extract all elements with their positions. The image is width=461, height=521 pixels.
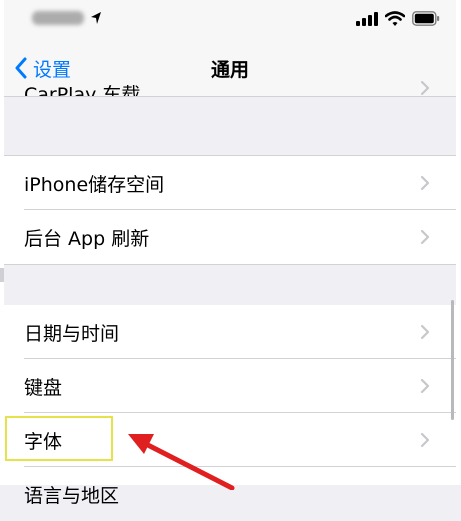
row-label: 后台 App 刷新 [24,227,150,250]
chevron-right-icon [420,432,430,448]
status-bar [4,0,456,40]
chevron-right-icon [420,80,430,96]
section-separator [4,264,456,306]
section-separator [4,96,456,156]
page-title: 通用 [210,59,249,81]
signal-bars-icon [356,12,378,26]
row-background-app-refresh[interactable]: 后台 App 刷新 [4,210,456,264]
navigation-bar: 设置 通用 CarPlay 车载 [4,40,456,97]
row-label: iPhone储存空间 [24,173,165,196]
row-language-region[interactable]: 语言与地区 [4,467,456,521]
row-fonts[interactable]: 字体 [4,413,456,467]
battery-icon [412,11,440,26]
settings-group-date-keyboard: 日期与时间 键盘 字体 语言与地区 [4,305,456,507]
settings-group-storage: iPhone储存空间 后台 App 刷新 [4,156,456,264]
screenshot-left-frame-gap [0,268,4,282]
chevron-right-icon [420,378,430,394]
location-arrow-icon [91,12,101,24]
row-date-time[interactable]: 日期与时间 [4,305,456,359]
scroll-indicator[interactable] [451,300,454,420]
row-label: 键盘 [24,376,63,399]
wifi-icon [385,11,405,26]
row-label: 日期与时间 [24,322,120,345]
screenshot-left-frame [0,0,4,485]
chevron-right-icon [420,324,430,340]
partial-row-carplay[interactable]: CarPlay 车载 [24,80,140,96]
chevron-right-icon [420,229,430,245]
chevron-right-icon [420,175,430,191]
row-label: 字体 [24,430,63,453]
row-iphone-storage[interactable]: iPhone储存空间 [4,156,456,210]
screenshot-right-frame [456,0,461,485]
blurred-time [32,11,84,25]
row-keyboard[interactable]: 键盘 [4,359,456,413]
